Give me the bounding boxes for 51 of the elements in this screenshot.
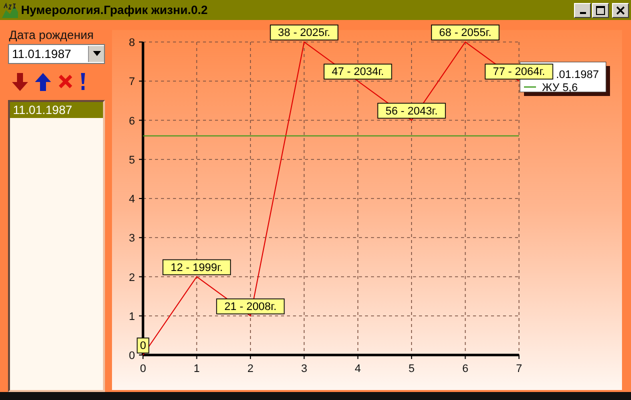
annotation: 0 <box>140 340 146 352</box>
x-tick-label: 0 <box>140 363 146 375</box>
legend-label: .01.1987 <box>556 69 599 81</box>
y-tick-label: 6 <box>128 115 135 128</box>
minimize-icon <box>580 12 586 14</box>
annotation: 38 - 2025г. <box>278 27 330 39</box>
y-tick-label: 5 <box>128 154 135 166</box>
x-tick-label: 3 <box>301 363 308 375</box>
y-tick-label: 0 <box>128 350 135 362</box>
x-tick-label: 5 <box>408 363 415 375</box>
close-icon <box>616 6 625 14</box>
minimize-button[interactable] <box>574 2 591 18</box>
x-tick-label: 4 <box>354 363 361 375</box>
point-label: 21 - 2008г. <box>216 298 285 314</box>
legend-line <box>524 86 536 88</box>
x-tick-label: 6 <box>462 363 468 375</box>
up-arrow-icon[interactable] <box>35 72 51 91</box>
y-tick-label: 4 <box>128 194 135 206</box>
point-label: 47 - 2034г. <box>324 64 392 80</box>
y-tick-label: 2 <box>128 272 135 284</box>
birth-date-label: Дата рождения <box>9 28 95 42</box>
annotation: 68 - 2055г. <box>439 27 492 39</box>
close-button[interactable] <box>612 2 629 18</box>
annotation: 21 - 2008г. <box>224 300 277 313</box>
date-dropdown[interactable]: 11.01.1987 <box>8 44 105 64</box>
x-tick-label: 1 <box>194 363 200 375</box>
y-tick-label: 1 <box>128 310 135 323</box>
y-tick-label: 7 <box>128 76 135 88</box>
app-icon <box>2 2 18 18</box>
annotation: 12 - 1999г. <box>170 262 223 274</box>
annotation: 56 - 2043г. <box>385 105 438 118</box>
point-label: 56 - 2043г. <box>377 102 446 119</box>
window-title: Нумерология.График жизни.0.2 <box>21 3 209 17</box>
caret-icon <box>92 51 100 56</box>
maximize-button[interactable] <box>592 2 609 18</box>
down-arrow-icon[interactable] <box>12 72 28 91</box>
point-label: 0 <box>136 338 150 354</box>
y-tick-label: 3 <box>128 232 135 245</box>
y-tick-label: 8 <box>128 37 135 49</box>
point-label: 77 - 2064г. <box>484 64 554 80</box>
legend-label: ЖУ 5,6 <box>542 82 578 94</box>
point-label: 12 - 1999г. <box>162 259 231 276</box>
list-item[interactable]: 11.01.1987 <box>10 102 103 118</box>
point-label: 38 - 2025г. <box>270 24 338 40</box>
maximize-icon <box>596 6 605 14</box>
x-tick-label: 7 <box>516 363 522 375</box>
point-label: 68 - 2055г. <box>431 24 500 40</box>
x-tick-label: 2 <box>247 363 254 375</box>
annotation: 47 - 2034г. <box>332 66 384 78</box>
exclamation-icon[interactable] <box>80 72 86 91</box>
annotation: 77 - 2064г. <box>492 66 546 78</box>
